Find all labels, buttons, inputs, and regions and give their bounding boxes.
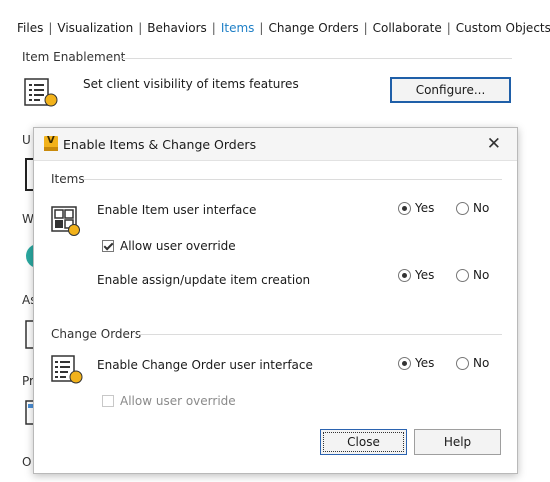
enable-assign-yes-label[interactable]: Yes — [415, 268, 434, 282]
tab-files[interactable]: Files — [0, 21, 48, 35]
items-list-icon — [24, 78, 58, 113]
dialog-titlebar[interactable]: V Enable Items & Change Orders ✕ — [34, 128, 517, 161]
item-enablement-description: Set client visibility of items features — [83, 77, 299, 91]
enable-assign-no-label[interactable]: No — [473, 268, 489, 282]
section-divider — [120, 58, 512, 59]
change-order-list-icon — [51, 355, 83, 390]
enable-items-dialog: V Enable Items & Change Orders ✕ Items E… — [33, 127, 518, 474]
change-orders-group-divider — [138, 334, 502, 335]
enable-change-order-ui-label: Enable Change Order user interface — [97, 358, 313, 372]
enable-item-ui-label: Enable Item user interface — [97, 203, 257, 217]
items-group-title: Items — [51, 172, 85, 186]
change-orders-group-title: Change Orders — [51, 327, 142, 341]
item-allow-override-label[interactable]: Allow user override — [120, 239, 236, 253]
enable-assign-no-radio[interactable] — [456, 269, 469, 282]
enable-item-ui-yes-label[interactable]: Yes — [415, 201, 434, 215]
enable-item-ui-no-radio[interactable] — [456, 202, 469, 215]
item-allow-override-checkbox[interactable] — [102, 240, 114, 252]
change-order-allow-override-label[interactable]: Allow user override — [120, 394, 236, 408]
background-section-fragment: U — [22, 133, 31, 147]
enable-assign-item-label: Enable assign/update item creation — [97, 273, 311, 287]
enable-change-order-no-radio[interactable] — [456, 357, 469, 370]
tab-change-orders[interactable]: Change Orders — [263, 21, 363, 35]
close-icon[interactable]: ✕ — [487, 134, 501, 154]
vault-app-icon: V — [44, 135, 58, 151]
tab-visualization[interactable]: Visualization — [52, 21, 138, 35]
close-button[interactable]: Close — [320, 429, 407, 455]
enable-item-ui-no-label[interactable]: No — [473, 201, 489, 215]
vault-app-icon-letter: V — [47, 135, 55, 146]
enable-item-ui-yes-radio[interactable] — [398, 202, 411, 215]
tab-behaviors[interactable]: Behaviors — [142, 21, 212, 35]
enable-change-order-yes-radio[interactable] — [398, 357, 411, 370]
tab-custom-objects[interactable]: Custom Objects — [451, 21, 550, 35]
item-enablement-title: Item Enablement — [22, 50, 126, 64]
tab-collaborate[interactable]: Collaborate — [368, 21, 447, 35]
dialog-title: Enable Items & Change Orders — [63, 137, 257, 152]
help-button[interactable]: Help — [414, 429, 501, 455]
enable-change-order-no-label[interactable]: No — [473, 356, 489, 370]
change-order-allow-override-checkbox[interactable] — [102, 395, 114, 407]
grid-items-icon — [51, 206, 81, 241]
tab-bar: Files | Visualization | Behaviors | Item… — [0, 18, 550, 38]
enable-change-order-yes-label[interactable]: Yes — [415, 356, 434, 370]
tab-items[interactable]: Items — [216, 21, 260, 35]
background-section-fragment: O — [22, 455, 32, 469]
configure-button[interactable]: Configure... — [390, 77, 511, 103]
enable-assign-yes-radio[interactable] — [398, 269, 411, 282]
items-group-divider — [84, 179, 502, 180]
